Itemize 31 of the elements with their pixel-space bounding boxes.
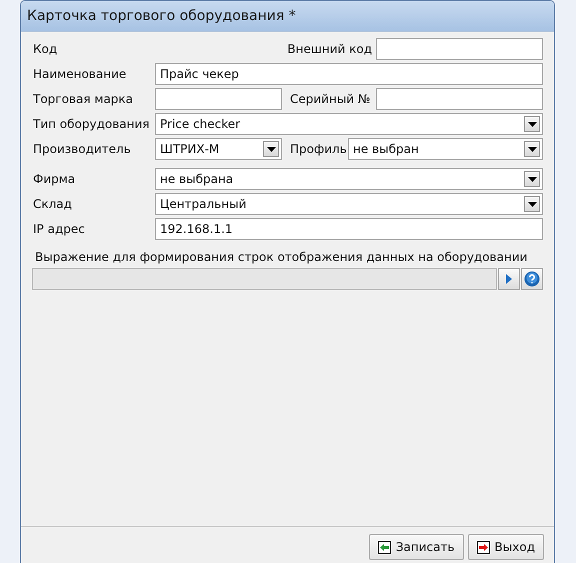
- input-field[interactable]: [376, 38, 543, 60]
- help-icon: [524, 271, 540, 287]
- input-field[interactable]: 192.168.1.1: [155, 218, 543, 240]
- input-field[interactable]: [155, 88, 282, 110]
- input-field[interactable]: [376, 88, 543, 110]
- exit-button[interactable]: Выход: [468, 534, 544, 560]
- field-label: Выражение для формирования строк отображения данных на оборудовании: [34, 250, 528, 264]
- help-button[interactable]: [521, 268, 543, 290]
- play-button[interactable]: [498, 268, 520, 290]
- field-label: Внешний код: [286, 42, 373, 56]
- save-button[interactable]: Записать: [368, 534, 464, 560]
- arrow-right-icon: [476, 540, 490, 554]
- field-label: Производитель: [32, 142, 132, 156]
- field-label: Наименование: [32, 67, 128, 81]
- play-icon: [506, 274, 512, 284]
- arrow-left-icon: [378, 540, 391, 554]
- field-label: Фирма: [32, 172, 76, 186]
- field-label: IP адрес: [32, 222, 86, 236]
- field-label: Профиль: [289, 142, 348, 156]
- dropdown[interactable]: не выбрана: [155, 168, 543, 190]
- field-label: Торговая марка: [32, 92, 134, 106]
- window-title: Карточка торгового оборудования *: [27, 8, 296, 24]
- input-field[interactable]: Прайс чекер: [155, 63, 543, 85]
- field-label: Код: [32, 42, 58, 56]
- dropdown[interactable]: Price checker: [155, 113, 543, 135]
- field-label: Тип оборудования: [32, 117, 151, 131]
- field-label: Серийный №: [289, 92, 372, 106]
- dropdown[interactable]: Центральный: [155, 193, 543, 215]
- field-label: Склад: [32, 197, 73, 211]
- dropdown[interactable]: не выбран: [348, 138, 543, 160]
- dropdown[interactable]: ШТРИХ-М: [155, 138, 282, 160]
